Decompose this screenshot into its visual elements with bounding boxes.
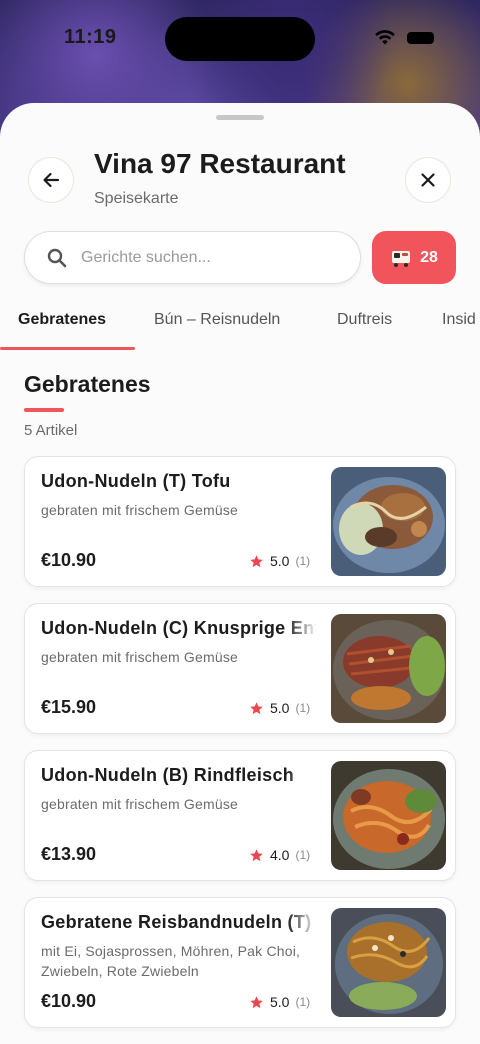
menu-item-card[interactable]: Udon-Nudeln (B) Rindfleisch gebraten mit… (24, 750, 456, 881)
rating-value: 5.0 (270, 700, 290, 716)
cart-icon (392, 250, 411, 267)
item-name: Udon-Nudeln (B) Rindfleisch (41, 765, 317, 786)
star-icon (250, 701, 263, 714)
rating-value: 4.0 (270, 847, 290, 863)
dynamic-island (165, 17, 315, 61)
rating-count: (1) (295, 848, 311, 862)
arrow-left-icon (43, 172, 60, 188)
item-rating: 5.0 (1) (249, 553, 310, 569)
item-description: gebraten mit frischem Gemüse (41, 649, 239, 665)
menu-item-card[interactable]: Udon-Nudeln (T) Tofu gebraten mit frisch… (24, 456, 456, 587)
item-rating: 5.0 (1) (249, 700, 310, 716)
section-item-count: 5 Artikel (24, 422, 78, 439)
item-photo (331, 467, 446, 576)
search-box[interactable] (24, 231, 361, 284)
item-rating: 5.0 (1) (249, 994, 310, 1010)
battery-icon (407, 32, 434, 44)
item-rating: 4.0 (1) (249, 847, 310, 863)
star-icon (250, 554, 263, 567)
item-description: gebraten mit frischem Gemüse (41, 502, 239, 518)
rating-count: (1) (295, 701, 311, 715)
menu-item-card[interactable]: Udon-Nudeln (C) Knusprige Ente gebraten … (24, 603, 456, 734)
item-description: gebraten mit frischem Gemüse (41, 796, 239, 812)
item-name: Udon-Nudeln (T) Tofu (41, 471, 317, 492)
cart-button[interactable]: 28 (372, 231, 456, 284)
sheet-grabber[interactable] (216, 115, 264, 120)
star-icon (250, 995, 263, 1008)
rating-count: (1) (295, 554, 311, 568)
status-bar: 11:19 (0, 0, 480, 80)
restaurant-title: Vina 97 Restaurant (94, 148, 346, 179)
section-accent-bar (24, 408, 64, 412)
rating-value: 5.0 (270, 553, 290, 569)
item-name: Udon-Nudeln (C) Knusprige Ente (41, 618, 317, 639)
item-price: €15.90 (41, 697, 97, 717)
active-tab-indicator (0, 347, 135, 350)
close-button[interactable] (405, 157, 451, 203)
section-title: Gebratenes (24, 371, 151, 397)
wifi-icon (375, 30, 395, 45)
tab-bun-reisnudeln[interactable]: Bún – Reisnudeln (154, 311, 280, 329)
category-tabs: Gebratenes Bún – Reisnudeln Duftreis Ins… (0, 303, 480, 351)
item-price: €13.90 (41, 844, 97, 864)
item-description: mit Ei, Sojasprossen, Möhren, Pak Choi, … (41, 943, 301, 979)
status-time: 11:19 (64, 26, 117, 48)
item-name: Gebratene Reisbandnudeln (T) (41, 912, 317, 933)
item-photo (331, 614, 446, 723)
tab-gebratenes[interactable]: Gebratenes (18, 311, 106, 329)
item-photo (331, 908, 446, 1017)
back-button[interactable] (28, 157, 74, 203)
star-icon (250, 848, 263, 861)
cart-count: 28 (420, 248, 438, 266)
item-price: €10.90 (41, 991, 97, 1011)
item-price: €10.90 (41, 550, 97, 570)
tab-insid[interactable]: Insid (442, 311, 476, 329)
rating-value: 5.0 (270, 994, 290, 1010)
restaurant-subtitle: Speisekarte (94, 190, 179, 207)
search-icon (47, 248, 67, 268)
item-photo (331, 761, 446, 870)
search-input[interactable] (81, 232, 346, 283)
close-icon (421, 173, 435, 187)
menu-item-card[interactable]: Gebratene Reisbandnudeln (T) mit Ei, Soj… (24, 897, 456, 1028)
menu-sheet: Vina 97 Restaurant Speisekarte 28 Gebrat… (0, 103, 480, 1044)
rating-count: (1) (295, 995, 311, 1009)
tab-duftreis[interactable]: Duftreis (337, 311, 392, 329)
